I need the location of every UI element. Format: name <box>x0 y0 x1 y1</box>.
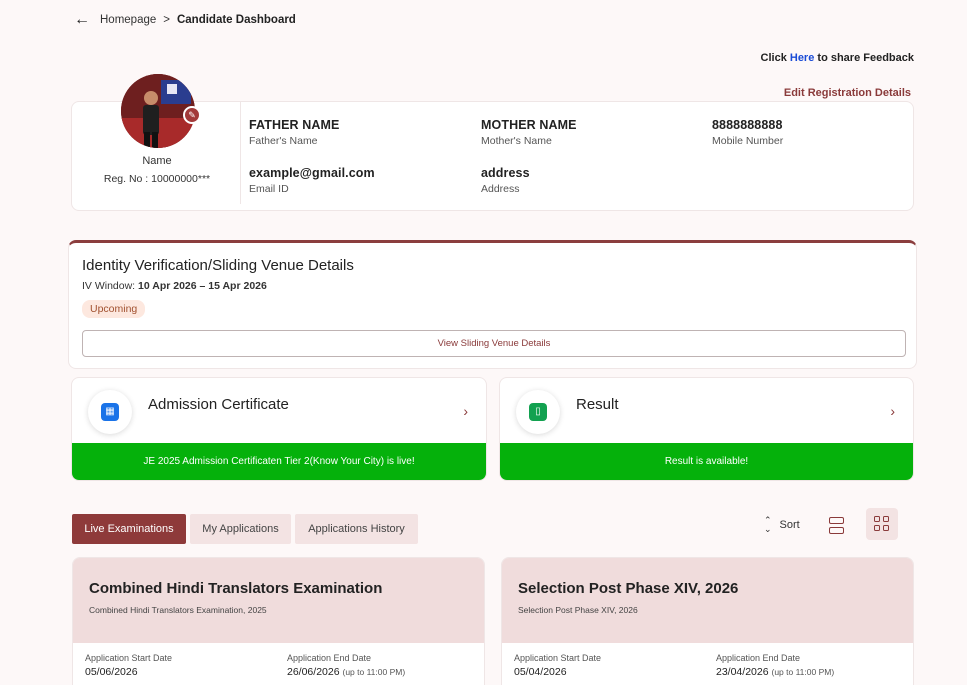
father-name-field: FATHER NAME Father's Name <box>249 118 339 147</box>
exam-end-label: Application End Date <box>287 653 372 663</box>
breadcrumb-separator: > <box>163 14 170 26</box>
address-value: address <box>481 166 530 180</box>
exam-end-note: (up to 11:00 PM) <box>342 667 406 677</box>
identity-verification-card: Identity Verification/Sliding Venue Deta… <box>68 240 917 369</box>
grid-view-icon[interactable] <box>866 508 898 540</box>
email-label: Email ID <box>249 183 289 195</box>
profile-divider <box>240 102 241 204</box>
breadcrumb-home-link[interactable]: Homepage <box>100 14 156 26</box>
result-banner: Result is available! <box>500 443 913 480</box>
exam-end-date: Application End Date 23/04/2026 (up to 1… <box>716 653 834 678</box>
tab-applications-history[interactable]: Applications History <box>295 514 418 544</box>
breadcrumb: ← Homepage > Candidate Dashboard <box>74 12 296 28</box>
mobile-value: 8888888888 <box>712 118 783 132</box>
feedback-prefix: Click <box>760 52 787 64</box>
exam-card[interactable]: Selection Post Phase XIV, 2026 Selection… <box>501 557 914 685</box>
status-badge: Upcoming <box>82 300 146 318</box>
result-tile[interactable]: ▯ Result › Result is available! <box>499 377 914 481</box>
exam-start-date: Application Start Date 05/06/2026 <box>85 653 172 678</box>
view-sliding-venue-button[interactable]: View Sliding Venue Details <box>82 330 906 357</box>
exam-subtitle: Combined Hindi Translators Examination, … <box>89 605 267 615</box>
mobile-label: Mobile Number <box>712 135 784 147</box>
admission-certificate-tile[interactable]: ▦ Admission Certificate › JE 2025 Admiss… <box>71 377 487 481</box>
edit-registration-link[interactable]: Edit Registration Details <box>784 87 911 99</box>
mother-name-field: MOTHER NAME Mother's Name <box>481 118 577 147</box>
feedback-link[interactable]: Here <box>790 52 814 64</box>
email-field: example@gmail.com Email ID <box>249 166 375 195</box>
iv-window-label: IV Window: <box>82 280 136 292</box>
feedback-text: Click Here to share Feedback <box>761 52 914 64</box>
exam-card-header: Combined Hindi Translators Examination C… <box>73 558 484 643</box>
profile-reg-no: Reg. No : 10000000*** <box>103 173 211 185</box>
exam-end-value: 23/04/2026 <box>716 666 769 678</box>
exam-end-note: (up to 11:00 PM) <box>771 667 835 677</box>
sort-icon: ⌃ ⌄ <box>764 515 772 534</box>
profile-card: ✎ Name Reg. No : 10000000*** FATHER NAME… <box>71 74 914 211</box>
exam-end-value-wrap: 23/04/2026 (up to 11:00 PM) <box>716 666 834 678</box>
sort-button[interactable]: ⌃ ⌄ Sort <box>764 516 800 534</box>
admission-certificate-title: Admission Certificate <box>148 396 289 413</box>
id-card-icon: ▦ <box>101 403 119 421</box>
exam-subtitle: Selection Post Phase XIV, 2026 <box>518 605 638 615</box>
iv-window: IV Window: 10 Apr 2026 – 15 Apr 2026 <box>82 280 267 292</box>
chevron-right-icon[interactable]: › <box>890 403 895 419</box>
list-view-icon[interactable] <box>826 514 848 538</box>
exam-card[interactable]: Combined Hindi Translators Examination C… <box>72 557 485 685</box>
mobile-field: 8888888888 Mobile Number <box>712 118 783 147</box>
father-name-label: Father's Name <box>249 135 318 147</box>
exam-start-label: Application Start Date <box>514 653 602 663</box>
bar-chart-icon: ▯ <box>529 403 547 421</box>
exam-card-header: Selection Post Phase XIV, 2026 Selection… <box>502 558 913 643</box>
iv-title: Identity Verification/Sliding Venue Deta… <box>82 257 354 274</box>
exam-title: Selection Post Phase XIV, 2026 <box>518 580 739 597</box>
iv-window-value: 10 Apr 2026 – 15 Apr 2026 <box>138 280 267 292</box>
mother-name-value: MOTHER NAME <box>481 118 577 132</box>
exam-end-value-wrap: 26/06/2026 (up to 11:00 PM) <box>287 666 405 678</box>
address-label: Address <box>481 183 520 195</box>
tab-live-examinations[interactable]: Live Examinations <box>72 514 186 544</box>
exam-start-date: Application Start Date 05/04/2026 <box>514 653 601 678</box>
exam-end-label: Application End Date <box>716 653 801 663</box>
exam-start-value: 05/04/2026 <box>514 666 567 678</box>
mother-name-label: Mother's Name <box>481 135 552 147</box>
exam-start-label: Application Start Date <box>85 653 173 663</box>
result-icon-wrap: ▯ <box>516 390 560 434</box>
tab-my-applications[interactable]: My Applications <box>190 514 291 544</box>
father-name-value: FATHER NAME <box>249 118 340 132</box>
exam-start-value: 05/06/2026 <box>85 666 138 678</box>
admission-banner: JE 2025 Admission Certificaten Tier 2(Kn… <box>72 443 486 480</box>
profile-name: Name <box>142 155 172 167</box>
address-field: address Address <box>481 166 530 195</box>
admission-icon-wrap: ▦ <box>88 390 132 434</box>
edit-photo-icon[interactable]: ✎ <box>183 106 201 124</box>
chevron-right-icon[interactable]: › <box>463 403 468 419</box>
exam-end-value: 26/06/2026 <box>287 666 340 678</box>
arrow-left-icon[interactable]: ← <box>74 12 90 28</box>
sort-label: Sort <box>779 519 800 531</box>
feedback-suffix: to share Feedback <box>817 52 914 64</box>
exam-title: Combined Hindi Translators Examination <box>89 580 383 597</box>
result-title: Result <box>576 396 619 413</box>
breadcrumb-current: Candidate Dashboard <box>176 14 296 26</box>
exam-end-date: Application End Date 26/06/2026 (up to 1… <box>287 653 405 678</box>
email-value: example@gmail.com <box>249 166 375 180</box>
